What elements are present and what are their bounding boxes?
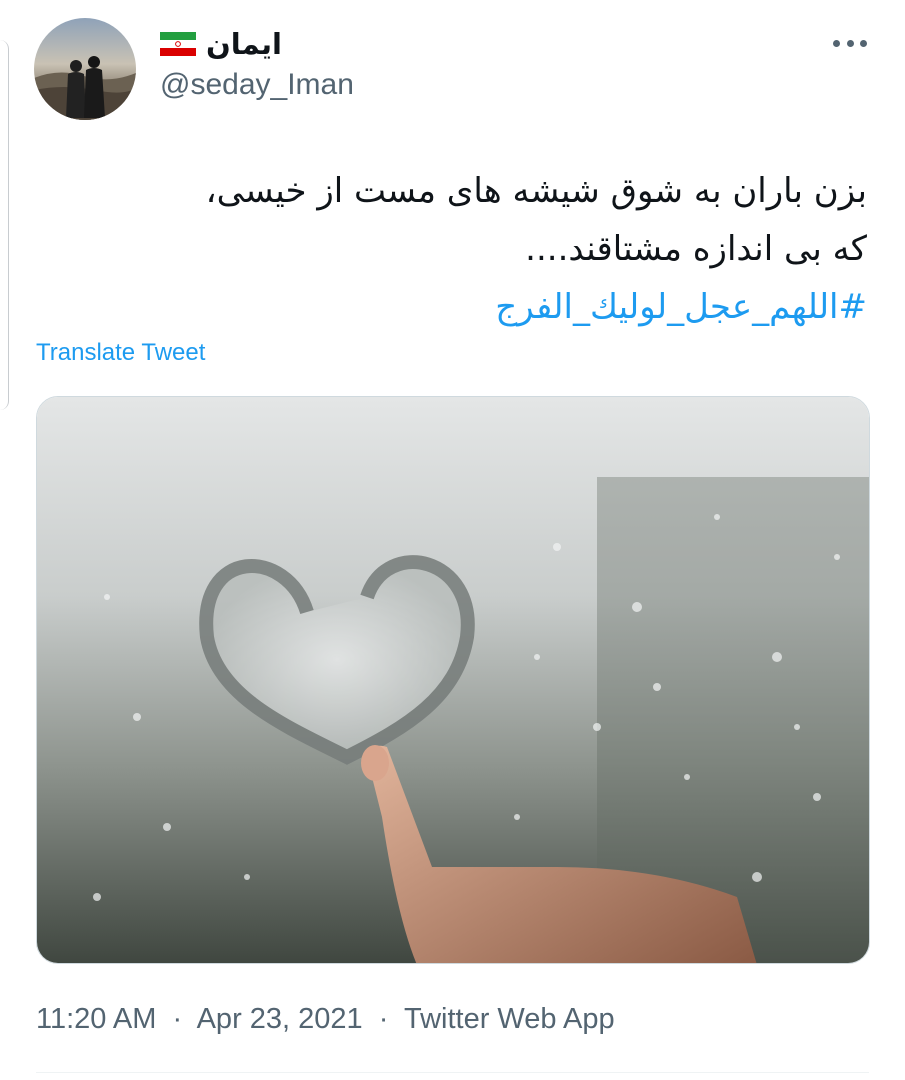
translate-tweet-link[interactable]: Translate Tweet [36, 339, 205, 367]
tweet-source[interactable]: Twitter Web App [404, 1003, 615, 1035]
iran-flag-icon [160, 32, 196, 56]
tweet-meta: 11:20 AM · Apr 23, 2021 · Twitter Web Ap… [36, 1003, 615, 1036]
tweet-line-1: بزن باران به شوق شیشه های مست از خیسی، [205, 171, 867, 211]
divider [36, 1072, 869, 1073]
hashtag-link[interactable]: #اللهم_عجل_لوليك_الفرج [47, 278, 867, 336]
tweet-date[interactable]: Apr 23, 2021 [197, 1003, 363, 1035]
tweet-line-2: که بی اندازه مشتاقند.... [525, 229, 867, 269]
tweet-time[interactable]: 11:20 AM [36, 1003, 156, 1035]
author-handle[interactable]: @seday_Iman [160, 68, 354, 102]
avatar[interactable] [34, 18, 136, 120]
meta-separator: · [172, 1003, 183, 1035]
tweet-text: بزن باران به شوق شیشه های مست از خیسی، ک… [47, 162, 867, 336]
author-display-name: ایمان [206, 28, 282, 61]
more-options-icon[interactable] [833, 32, 867, 54]
rainy-window-heart-photo [37, 397, 869, 963]
meta-separator: · [378, 1003, 389, 1035]
author-name-row[interactable]: ایمان [160, 26, 282, 62]
previous-panel-edge [0, 40, 9, 410]
tweet-media-image[interactable] [36, 396, 870, 964]
avatar-image [34, 18, 136, 120]
